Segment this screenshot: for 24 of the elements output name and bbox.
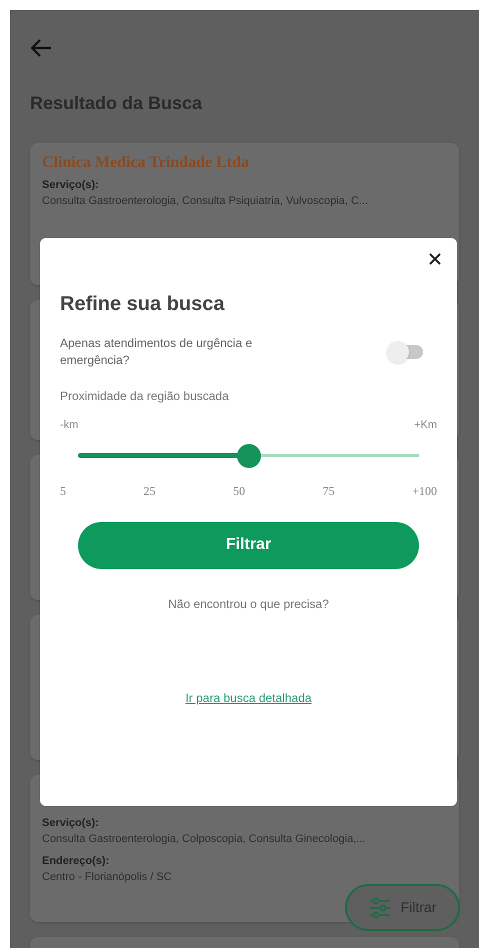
proximity-label: Proximidade da região buscada [60,388,230,405]
close-icon[interactable] [429,253,441,265]
modal-title: Refine sua busca [60,292,226,317]
clinic-name: Clinica Medica Trindade Ltda [42,153,250,173]
services-text: Consulta Gastroenterologia, Consulta Psiquiatria, Vulvoscopia, C... [42,194,370,209]
max-label: +Km [414,418,437,433]
services-label: Serviço(s): [42,178,100,193]
back-arrow-icon[interactable] [30,38,52,58]
address-label: Endereço(s): [42,854,110,869]
address-text: Centro - Florianópolis / SC [42,870,173,885]
services-label: Serviço(s): [42,816,100,831]
not-found-prompt: Não encontrou o que precisa? [167,596,330,612]
tick-label: 50 [233,482,246,500]
filter-button[interactable]: Filtrar [78,522,419,568]
urgency-toggle[interactable] [387,340,423,364]
urgency-label: Apenas atendimentos de urgência e emergência? [60,335,254,369]
tick-label: 5 [60,482,66,500]
min-label: -km [60,418,78,433]
detailed-search-link[interactable]: Ir para busca detalhada [185,688,312,706]
sliders-icon [368,896,391,918]
tick-label: 75 [322,482,335,500]
tick-label: +100 [412,482,437,500]
tick-label: 25 [144,482,156,500]
services-text: Consulta Gastroenterologia, Colposcopia, Consulta Ginecologia,... [42,832,366,847]
